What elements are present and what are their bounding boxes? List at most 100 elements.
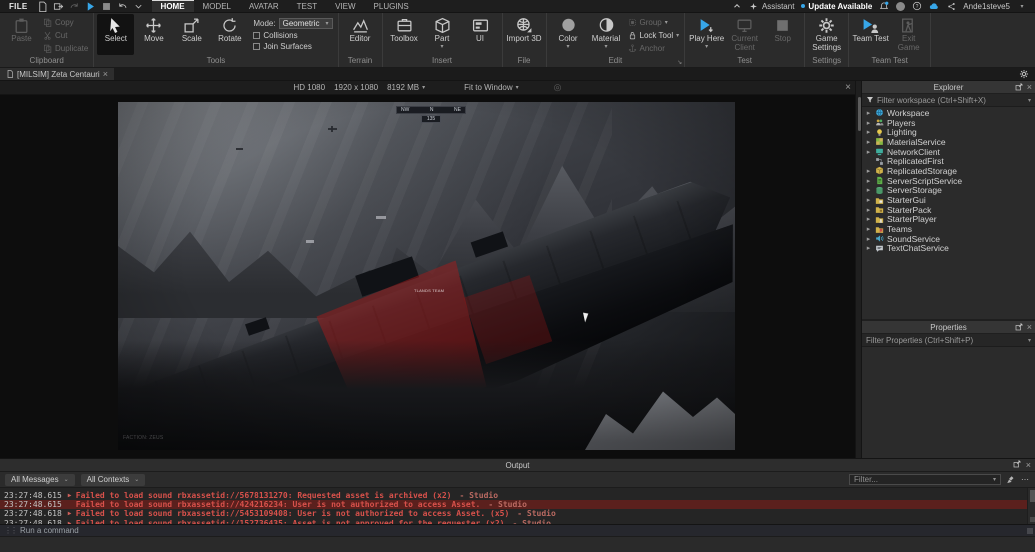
popout-icon[interactable] bbox=[1015, 83, 1023, 91]
expand-arrow-icon[interactable]: ▶ bbox=[68, 510, 76, 517]
exit-game-button[interactable]: Exit Game bbox=[890, 14, 927, 55]
new-file-icon[interactable] bbox=[37, 1, 48, 12]
output-row[interactable]: 23:27:48.618 ▶ Failed to load sound rbxass… bbox=[0, 509, 1035, 518]
explorer-item-starterplayer[interactable]: ▸ StarterPlayer bbox=[862, 214, 1035, 224]
rotate-button[interactable]: Rotate bbox=[211, 14, 248, 55]
account-caret-icon[interactable]: ▾ bbox=[1017, 1, 1027, 11]
explorer-item-networkclient[interactable]: ▸ NetworkClient bbox=[862, 147, 1035, 157]
close-icon[interactable]: × bbox=[1026, 460, 1031, 470]
viewport-scrollbar-thumb[interactable] bbox=[858, 97, 861, 131]
lock-tool-button[interactable]: Lock Tool ▾ bbox=[626, 30, 682, 41]
popout-icon[interactable] bbox=[1015, 323, 1023, 331]
clear-output-broom-icon[interactable] bbox=[1006, 475, 1016, 485]
tab-options-gear[interactable] bbox=[1019, 68, 1035, 80]
message-filter-dropdown[interactable]: All Messages ⌄ bbox=[5, 473, 75, 486]
explorer-item-replicatedfirst[interactable]: ReplicatedFirst bbox=[862, 156, 1035, 166]
team-test-button[interactable]: Team Test bbox=[852, 14, 889, 55]
ribbon-tab-avatar[interactable]: AVATAR bbox=[240, 0, 288, 12]
scale-button[interactable]: Scale bbox=[173, 14, 210, 55]
tab-close-icon[interactable]: × bbox=[103, 70, 108, 79]
expand-caret-icon[interactable]: ▸ bbox=[865, 225, 872, 233]
fit-to-window-dropdown[interactable]: Fit to Window ▾ bbox=[464, 83, 518, 92]
share-icon[interactable] bbox=[946, 1, 956, 11]
ribbon-tab-plugins[interactable]: PLUGINS bbox=[365, 0, 418, 12]
explorer-item-serverstorage[interactable]: ▸ ServerStorage bbox=[862, 185, 1035, 195]
move-button[interactable]: Move bbox=[135, 14, 172, 55]
popout-icon[interactable] bbox=[1013, 460, 1021, 468]
paste-button[interactable]: Paste bbox=[3, 14, 40, 55]
expand-caret-icon[interactable]: ▸ bbox=[865, 196, 872, 204]
ribbon-tab-test[interactable]: TEST bbox=[288, 0, 326, 12]
stop-icon[interactable] bbox=[101, 1, 112, 12]
expand-caret-icon[interactable]: ▸ bbox=[865, 215, 872, 223]
help-icon[interactable]: ? bbox=[912, 1, 922, 11]
more-options-icon[interactable]: ⋯ bbox=[1021, 475, 1030, 484]
expand-caret-icon[interactable]: ▸ bbox=[865, 138, 872, 146]
explorer-item-workspace[interactable]: ▸ Workspace bbox=[862, 108, 1035, 118]
explorer-item-serverscriptservice[interactable]: ▸ ServerScriptService bbox=[862, 176, 1035, 186]
select-button[interactable]: Select bbox=[97, 14, 135, 55]
notifications-bell-icon[interactable] bbox=[879, 1, 889, 11]
cut-button[interactable]: Cut bbox=[41, 30, 90, 41]
expand-caret-icon[interactable]: ▸ bbox=[865, 148, 872, 156]
username-label[interactable]: Ande1steve5 bbox=[963, 2, 1010, 11]
play-here-button[interactable]: Play Here ▾ bbox=[688, 14, 725, 55]
play-icon[interactable] bbox=[85, 1, 96, 12]
viewport-toolbar-close[interactable]: × bbox=[845, 81, 851, 94]
ui-button[interactable]: UI bbox=[462, 14, 499, 55]
cloud-sync-icon[interactable] bbox=[929, 1, 939, 11]
record-icon[interactable]: ◎ bbox=[554, 82, 562, 93]
anchor-button[interactable]: Anchor bbox=[626, 43, 682, 54]
memory-dropdown[interactable]: 8192 MB ▾ bbox=[387, 83, 425, 92]
caret-down-icon[interactable] bbox=[133, 1, 144, 12]
current-client-button[interactable]: Current Client bbox=[726, 14, 763, 55]
redo-icon[interactable] bbox=[69, 1, 80, 12]
expand-caret-icon[interactable]: ▸ bbox=[865, 186, 872, 194]
explorer-filter-input[interactable]: Filter workspace (Ctrl+Shift+X) ▾ bbox=[862, 94, 1035, 107]
color-button[interactable]: Color ▾ bbox=[550, 14, 587, 55]
properties-filter-input[interactable]: Filter Properties (Ctrl+Shift+P) ▾ bbox=[862, 334, 1035, 347]
explorer-item-lighting[interactable]: ▸ Lighting bbox=[862, 127, 1035, 137]
toolbox-button[interactable]: Toolbox bbox=[386, 14, 423, 55]
assistant-button[interactable]: Assistant bbox=[749, 1, 794, 11]
avatar[interactable] bbox=[896, 1, 906, 11]
file-menu-button[interactable]: FILE bbox=[0, 0, 37, 12]
game-settings-button[interactable]: Game Settings bbox=[808, 14, 845, 55]
output-scrollbar[interactable] bbox=[1027, 488, 1035, 524]
explorer-item-players[interactable]: ▸ Players bbox=[862, 118, 1035, 128]
expand-caret-icon[interactable]: ▸ bbox=[865, 128, 872, 136]
material-button[interactable]: Material ▾ bbox=[588, 14, 625, 55]
expand-caret-icon[interactable]: ▸ bbox=[865, 167, 872, 175]
update-available-button[interactable]: Update Available bbox=[801, 2, 872, 11]
stop-button[interactable]: Stop bbox=[764, 14, 801, 55]
dialog-launcher-icon[interactable]: ↘ bbox=[677, 59, 682, 66]
context-filter-dropdown[interactable]: All Contexts ⌄ bbox=[80, 473, 146, 486]
part-button[interactable]: Part ▾ bbox=[424, 14, 461, 55]
explorer-item-startergui[interactable]: ▸ StarterGui bbox=[862, 195, 1035, 205]
editor-button[interactable]: Editor bbox=[342, 14, 379, 55]
duplicate-button[interactable]: Duplicate bbox=[41, 43, 90, 54]
collisions-checkbox[interactable]: Collisions bbox=[253, 31, 332, 40]
output-row[interactable]: 23:27:48.615 Failed to load sound rbxasse… bbox=[0, 500, 1035, 510]
import-3d-button[interactable]: Import 3D bbox=[506, 14, 543, 55]
output-row[interactable]: 23:27:48.615 ▶ Failed to load sound rbxass… bbox=[0, 491, 1035, 500]
3d-viewport[interactable]: NW N NE 135 TLANDS TEAM FACTION: ZEUS bbox=[118, 102, 735, 450]
close-icon[interactable]: × bbox=[1027, 322, 1032, 332]
explorer-item-soundservice[interactable]: ▸ SoundService bbox=[862, 234, 1035, 244]
mode-dropdown[interactable]: Geometric ▾ bbox=[278, 18, 333, 29]
collapse-ribbon-icon[interactable] bbox=[732, 1, 742, 11]
explorer-item-teams[interactable]: ▸ Teams bbox=[862, 224, 1035, 234]
group-button[interactable]: Group ▾ bbox=[626, 17, 682, 28]
open-file-icon[interactable] bbox=[53, 1, 64, 12]
ribbon-tab-model[interactable]: MODEL bbox=[194, 0, 240, 12]
expand-caret-icon[interactable]: ▸ bbox=[865, 206, 872, 214]
ribbon-tab-home[interactable]: HOME bbox=[151, 0, 194, 12]
output-scrollbar-thumb[interactable] bbox=[1029, 490, 1035, 502]
join-surfaces-checkbox[interactable]: Join Surfaces bbox=[253, 42, 332, 51]
ribbon-tab-view[interactable]: VIEW bbox=[326, 0, 364, 12]
explorer-item-starterpack[interactable]: ▸ StarterPack bbox=[862, 205, 1035, 215]
expand-arrow-icon[interactable]: ▶ bbox=[68, 492, 76, 499]
expand-caret-icon[interactable]: ▸ bbox=[865, 119, 872, 127]
explorer-item-replicatedstorage[interactable]: ▸ ReplicatedStorage bbox=[862, 166, 1035, 176]
panel-splitter[interactable] bbox=[855, 81, 862, 458]
